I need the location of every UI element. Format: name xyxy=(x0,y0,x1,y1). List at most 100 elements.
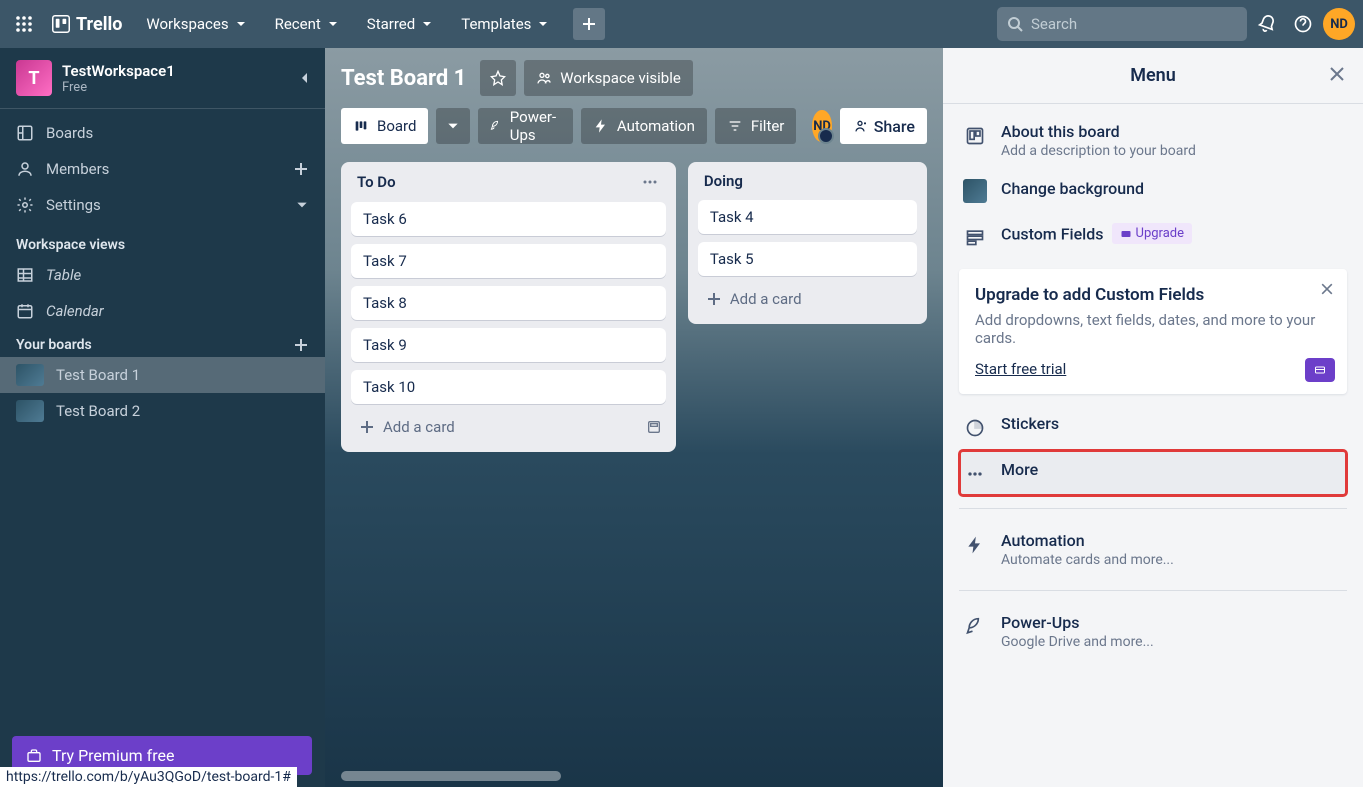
board-title[interactable]: Test Board 1 xyxy=(341,66,466,91)
board-view-icon xyxy=(353,118,369,134)
plus-icon xyxy=(293,161,309,177)
promo-title: Upgrade to add Custom Fields xyxy=(975,285,1331,305)
upgrade-pill[interactable]: Upgrade xyxy=(1112,223,1192,244)
card[interactable]: Task 7 xyxy=(351,244,666,278)
trello-logo[interactable]: Trello xyxy=(44,14,130,35)
share-icon xyxy=(852,118,868,134)
board-label: Test Board 2 xyxy=(56,402,140,420)
workspace-header: T TestWorkspace1 Free xyxy=(0,48,325,109)
search-input[interactable] xyxy=(1031,15,1237,33)
sidebar-item-settings[interactable]: Settings xyxy=(0,187,325,223)
board-icon xyxy=(963,124,987,148)
nav-recent[interactable]: Recent xyxy=(263,9,351,39)
menu-about-board[interactable]: About this boardAdd a description to you… xyxy=(959,112,1347,169)
workspace-sidebar: T TestWorkspace1 Free Boards Members Set… xyxy=(0,48,325,787)
add-card-button[interactable]: Add a card xyxy=(698,284,810,314)
chevron-down-icon xyxy=(421,18,433,30)
workspace-name: TestWorkspace1 xyxy=(62,62,287,80)
background-thumbnail xyxy=(963,179,987,203)
board-view-button[interactable]: Board xyxy=(341,108,428,144)
nav-workspaces[interactable]: Workspaces xyxy=(134,9,258,39)
promo-trial-link[interactable]: Start free trial xyxy=(975,360,1066,378)
sidebar-board-item[interactable]: Test Board 2 xyxy=(0,393,325,429)
card[interactable]: Task 5 xyxy=(698,242,917,276)
card[interactable]: Task 9 xyxy=(351,328,666,362)
search-box[interactable] xyxy=(997,7,1247,41)
list: To Do Task 6 Task 7 Task 8 Task 9 Task 10 Add … xyxy=(341,162,676,452)
board-menu-panel: Menu About this boardAdd a description t… xyxy=(943,48,1363,787)
add-member-button[interactable] xyxy=(293,161,309,177)
sidebar-view-table[interactable]: Table xyxy=(0,257,325,293)
card-icon xyxy=(1120,228,1132,240)
workspace-logo: T xyxy=(16,60,52,96)
menu-title: Menu xyxy=(1130,65,1176,86)
menu-change-background[interactable]: Change background xyxy=(959,169,1347,213)
plus-icon xyxy=(581,16,597,32)
close-icon xyxy=(1327,64,1347,84)
logo-text: Trello xyxy=(76,14,122,35)
briefcase-icon xyxy=(26,748,42,764)
add-card-button[interactable]: Add a card xyxy=(351,412,463,442)
card[interactable]: Task 8 xyxy=(351,286,666,320)
menu-more[interactable]: More xyxy=(959,450,1347,496)
chevron-down-icon xyxy=(446,119,460,133)
horizontal-scrollbar[interactable] xyxy=(341,771,561,781)
fields-icon xyxy=(963,225,987,249)
gear-icon xyxy=(16,196,34,214)
automation-button[interactable]: Automation xyxy=(581,108,707,144)
sidebar-view-calendar[interactable]: Calendar xyxy=(0,293,325,329)
sidebar-collapse-button[interactable] xyxy=(297,70,313,86)
more-icon xyxy=(640,172,660,192)
workspace-plan: Free xyxy=(62,80,287,95)
settings-expand[interactable] xyxy=(295,198,309,212)
apps-menu-icon[interactable] xyxy=(8,8,40,40)
list-title[interactable]: To Do xyxy=(357,173,396,191)
board-icon xyxy=(16,124,34,142)
user-avatar[interactable]: ND xyxy=(1323,8,1355,40)
list: Doing Task 4 Task 5 Add a card xyxy=(688,162,927,324)
promo-badge-icon xyxy=(1305,358,1335,382)
powerups-button[interactable]: Power-Ups xyxy=(478,108,572,144)
table-icon xyxy=(16,266,34,284)
card-template-button[interactable] xyxy=(642,415,666,439)
status-bar-url: https://trello.com/b/yAu3QGoD/test-board… xyxy=(0,767,297,787)
search-icon xyxy=(1007,16,1023,32)
sidebar-item-members[interactable]: Members xyxy=(0,151,325,187)
plus-icon xyxy=(359,419,375,435)
sidebar-item-boards[interactable]: Boards xyxy=(0,115,325,151)
star-icon xyxy=(490,70,506,86)
card[interactable]: Task 4 xyxy=(698,200,917,234)
menu-automation[interactable]: AutomationAutomate cards and more... xyxy=(959,521,1347,578)
help-icon[interactable] xyxy=(1287,8,1319,40)
nav-templates[interactable]: Templates xyxy=(449,9,561,39)
chevron-left-icon xyxy=(297,70,313,86)
notifications-icon[interactable] xyxy=(1251,8,1283,40)
menu-stickers[interactable]: Stickers xyxy=(959,404,1347,450)
menu-powerups[interactable]: Power-UpsGoogle Drive and more... xyxy=(959,603,1347,660)
card[interactable]: Task 6 xyxy=(351,202,666,236)
board-thumbnail xyxy=(16,400,44,422)
create-button[interactable] xyxy=(573,8,605,40)
plus-icon xyxy=(706,291,722,307)
share-button[interactable]: Share xyxy=(840,108,927,144)
menu-close-button[interactable] xyxy=(1327,64,1347,84)
filter-icon xyxy=(727,118,743,134)
board-member-avatar[interactable]: ND xyxy=(812,110,831,142)
workspace-views-heading: Workspace views xyxy=(0,229,325,257)
view-switcher-button[interactable] xyxy=(436,108,470,144)
chevron-down-icon xyxy=(327,18,339,30)
star-board-button[interactable] xyxy=(480,60,516,96)
list-menu-button[interactable] xyxy=(640,172,660,192)
add-board-button[interactable] xyxy=(293,337,309,353)
list-title[interactable]: Doing xyxy=(704,172,743,190)
board-area: Test Board 1 Workspace visible Board Pow… xyxy=(325,48,943,787)
global-header: Trello Workspaces Recent Starred Templat… xyxy=(0,0,1363,48)
plus-icon xyxy=(293,337,309,353)
promo-close-button[interactable] xyxy=(1319,281,1335,297)
card[interactable]: Task 10 xyxy=(351,370,666,404)
nav-starred[interactable]: Starred xyxy=(355,9,445,39)
filter-button[interactable]: Filter xyxy=(715,108,797,144)
visibility-button[interactable]: Workspace visible xyxy=(524,60,693,96)
menu-custom-fields[interactable]: Custom FieldsUpgrade xyxy=(959,213,1347,259)
sidebar-board-item[interactable]: Test Board 1 xyxy=(0,357,325,393)
